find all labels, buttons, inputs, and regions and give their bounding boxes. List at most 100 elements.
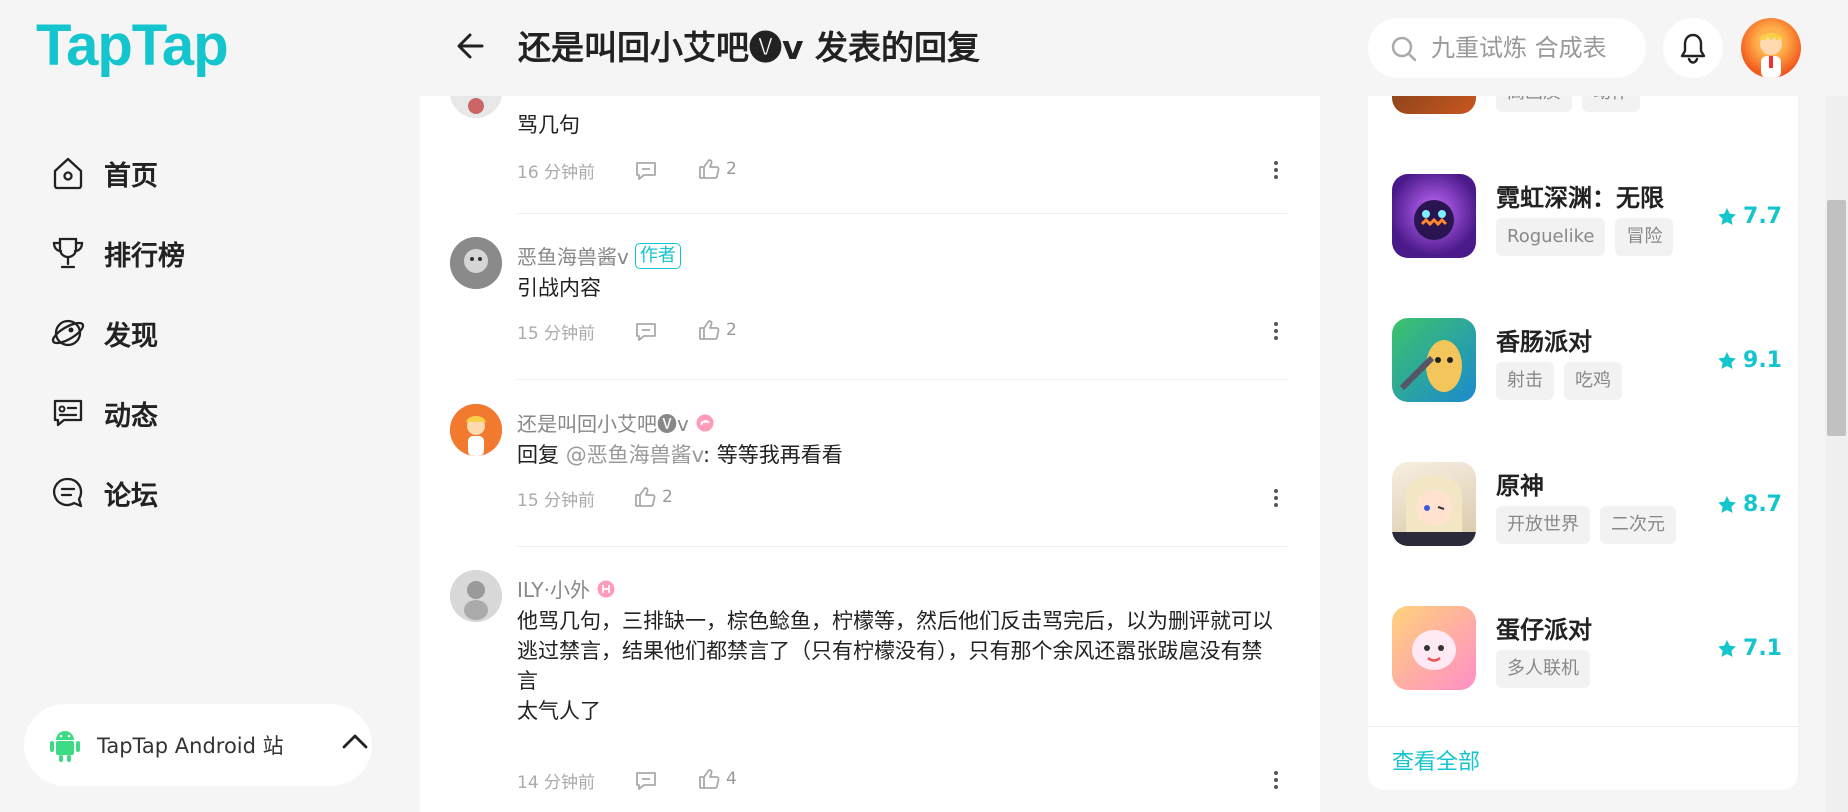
like-button[interactable]: 2 bbox=[634, 486, 673, 508]
game-tag[interactable]: 冒险 bbox=[1615, 218, 1674, 256]
comment-author[interactable]: 还是叫回小艾吧🅥v bbox=[517, 408, 715, 437]
site-switcher-label: TapTap Android 站 bbox=[97, 734, 284, 758]
game-score-value: 7.7 bbox=[1743, 204, 1782, 229]
notification-button[interactable] bbox=[1663, 18, 1723, 78]
page-title: 还是叫回小艾吧🅥v 发表的回复 bbox=[518, 28, 980, 67]
game-icon bbox=[1392, 174, 1476, 258]
search-box[interactable] bbox=[1368, 18, 1646, 78]
user-avatar[interactable] bbox=[1741, 18, 1801, 78]
comment-text-line: 他骂几句，三排缺一，棕色鲶鱼，柠檬等，然后他们反击骂完后，以为删评就可以 bbox=[517, 609, 1273, 633]
android-icon bbox=[50, 731, 80, 762]
nav-ranking[interactable]: 排行榜 bbox=[50, 228, 270, 278]
recommended-games-panel: 高画质 动作 霓虹深渊：无限 Roguelike 冒险 7.7 香肠派对 bbox=[1368, 96, 1798, 790]
game-item[interactable]: 蛋仔派对 多人联机 7.1 bbox=[1392, 606, 1782, 692]
like-count: 4 bbox=[726, 769, 737, 789]
nav-feed[interactable]: 动态 bbox=[50, 388, 270, 438]
avatar[interactable] bbox=[450, 404, 502, 456]
game-tag[interactable]: 二次元 bbox=[1600, 506, 1676, 544]
nav-ranking-label: 排行榜 bbox=[104, 240, 185, 272]
taptap-logo[interactable]: TapTap bbox=[36, 16, 229, 76]
mention-link[interactable]: @恶鱼海兽酱v bbox=[566, 443, 703, 467]
page-scrollbar-thumb[interactable] bbox=[1827, 200, 1846, 436]
nav-forum-label: 论坛 bbox=[104, 480, 158, 512]
game-score: 9.1 bbox=[1717, 348, 1782, 373]
avatar-image-icon bbox=[450, 570, 502, 622]
nav-home[interactable]: 首页 bbox=[50, 148, 270, 198]
game-icon bbox=[1392, 606, 1476, 690]
avatar-image-icon bbox=[450, 237, 502, 289]
comment-time: 14 分钟前 bbox=[517, 773, 596, 793]
avatar[interactable] bbox=[450, 96, 502, 118]
more-options-button[interactable] bbox=[1266, 768, 1286, 792]
like-count: 2 bbox=[726, 159, 737, 179]
game-tag[interactable]: 吃鸡 bbox=[1564, 362, 1622, 400]
sausage-party-art-icon bbox=[1399, 340, 1462, 392]
reply-icon[interactable] bbox=[634, 321, 658, 343]
game-tag[interactable]: Roguelike bbox=[1496, 218, 1606, 256]
game-item[interactable]: 香肠派对 射击 吃鸡 9.1 bbox=[1392, 318, 1782, 404]
author-name[interactable]: ILY·小外 bbox=[517, 574, 590, 603]
game-item-partial[interactable]: 高画质 动作 bbox=[1392, 96, 1782, 116]
avatar[interactable] bbox=[450, 570, 502, 622]
neon-abyss-art-icon bbox=[1414, 200, 1454, 240]
reply-prefix: 回复 bbox=[517, 443, 559, 467]
comment-author[interactable]: ILY·小外 bbox=[517, 574, 616, 603]
game-icon bbox=[1392, 318, 1476, 402]
avatar-figure-icon bbox=[1759, 33, 1783, 78]
more-options-button[interactable] bbox=[1266, 158, 1286, 182]
like-button[interactable]: 4 bbox=[698, 768, 737, 790]
arrow-left-icon bbox=[457, 33, 484, 59]
more-options-button[interactable] bbox=[1266, 486, 1286, 510]
level-badge-icon bbox=[696, 414, 714, 431]
comment-author[interactable]: 恶鱼海兽酱v 作者 bbox=[517, 241, 681, 270]
nav-discover-label: 发现 bbox=[104, 320, 158, 352]
like-button[interactable]: 2 bbox=[698, 158, 737, 180]
author-name[interactable]: 恶鱼海兽酱v bbox=[517, 241, 629, 270]
avatar[interactable] bbox=[450, 237, 502, 289]
comment-text-line: 太气人了 bbox=[517, 699, 601, 723]
author-name[interactable]: 还是叫回小艾吧🅥v bbox=[517, 408, 689, 437]
genshin-art-icon bbox=[1392, 475, 1476, 546]
game-item[interactable]: 原神 开放世界 二次元 8.7 bbox=[1392, 462, 1782, 548]
game-tag: 动作 bbox=[1582, 96, 1640, 112]
game-score: 8.7 bbox=[1717, 492, 1782, 517]
game-score-value: 9.1 bbox=[1743, 348, 1782, 373]
star-icon bbox=[1718, 351, 1736, 369]
game-name: 霓虹深渊：无限 bbox=[1496, 184, 1664, 212]
nav-feed-label: 动态 bbox=[104, 400, 158, 432]
comment-text-line: 逃过禁言，结果他们都禁言了（只有柠檬没有），只有那个余风还嚣张跋扈没有禁 bbox=[517, 639, 1263, 663]
game-tag[interactable]: 开放世界 bbox=[1496, 506, 1590, 544]
see-all-link[interactable]: 查看全部 bbox=[1392, 744, 1480, 776]
comment-time: 15 分钟前 bbox=[517, 491, 596, 511]
author-badge: 作者 bbox=[634, 242, 681, 269]
game-icon bbox=[1392, 462, 1476, 546]
reply-icon[interactable] bbox=[634, 770, 658, 792]
comment-text: 骂几句 bbox=[517, 113, 580, 137]
game-tag[interactable]: 射击 bbox=[1496, 362, 1554, 400]
game-tag: 高画质 bbox=[1496, 96, 1572, 112]
more-options-button[interactable] bbox=[1266, 319, 1286, 343]
game-item[interactable]: 霓虹深渊：无限 Roguelike 冒险 7.7 bbox=[1392, 174, 1782, 260]
game-name: 香肠派对 bbox=[1496, 328, 1592, 356]
like-button[interactable]: 2 bbox=[698, 319, 737, 341]
game-score-value: 7.1 bbox=[1743, 636, 1782, 661]
like-count: 2 bbox=[726, 320, 737, 340]
divider bbox=[517, 213, 1287, 214]
game-score: 7.1 bbox=[1717, 636, 1782, 661]
star-icon bbox=[1718, 639, 1736, 657]
comment-text: 回复 @恶鱼海兽酱v: 等等我再看看 bbox=[517, 440, 1277, 470]
forum-icon bbox=[53, 477, 83, 508]
search-input[interactable] bbox=[1431, 28, 1631, 68]
eggy-party-art-icon bbox=[1412, 630, 1456, 670]
divider bbox=[517, 379, 1287, 380]
thumb-up-icon bbox=[699, 320, 720, 340]
back-button[interactable] bbox=[452, 26, 492, 66]
reply-icon[interactable] bbox=[634, 160, 658, 182]
nav-forum[interactable]: 论坛 bbox=[50, 468, 270, 518]
nav-discover[interactable]: 发现 bbox=[50, 308, 270, 358]
thumb-up-icon bbox=[635, 487, 656, 507]
game-score: 7.7 bbox=[1717, 204, 1782, 229]
site-switcher[interactable]: TapTap Android 站 bbox=[24, 704, 372, 786]
avatar-image-icon bbox=[450, 404, 502, 456]
game-tag[interactable]: 多人联机 bbox=[1496, 650, 1590, 688]
